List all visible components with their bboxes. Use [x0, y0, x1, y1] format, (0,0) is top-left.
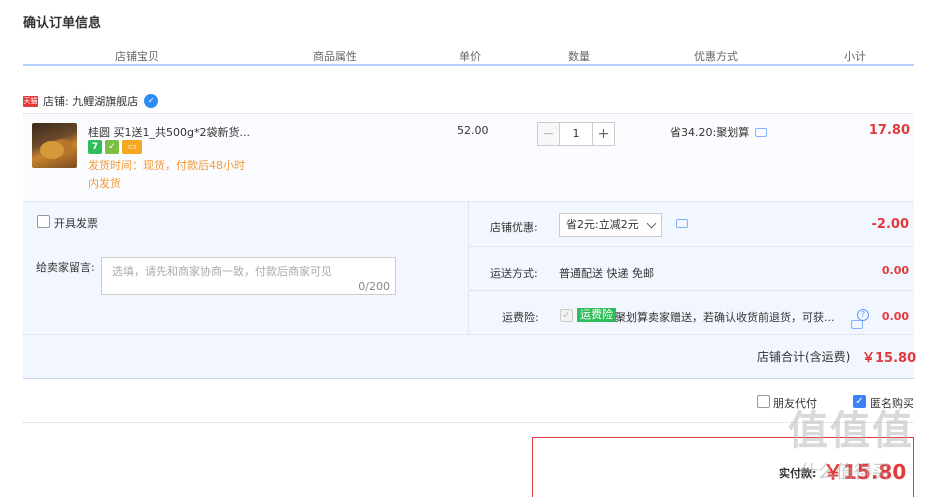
watermark-text: 什么值得买 — [800, 462, 890, 483]
quantity-stepper: − 1 + — [537, 122, 615, 146]
service-badges: 7 ✓ ▭ — [88, 140, 142, 154]
store-coupon-select[interactable]: 省2元:立减2元 — [559, 213, 662, 237]
comment-icon[interactable] — [755, 127, 768, 137]
col-subtotal: 小计 — [844, 50, 866, 63]
chevron-down-icon — [646, 218, 657, 229]
section-divider — [23, 422, 914, 423]
col-unit-price: 单价 — [459, 50, 481, 63]
product-thumbnail[interactable] — [32, 123, 77, 168]
shipping-time: 发货时间：现货，付款后48小时 内发货 — [88, 159, 245, 190]
watermark-logo: 值值值 — [788, 408, 914, 454]
invoice-checkbox[interactable] — [37, 215, 50, 228]
store-row: 天猫 店铺: 九鲤湖旗舰店 ✓ — [23, 92, 159, 110]
insurance-text: 聚划算卖家赠送，若确认收货前退货，可获... — [615, 311, 835, 324]
unit-price: 52.00 — [457, 124, 489, 137]
message-label: 给卖家留言: — [36, 261, 95, 274]
store-name-link[interactable]: 店铺: 九鲤湖旗舰店 — [43, 93, 138, 109]
insurance-label: 运费险: — [502, 311, 539, 324]
delivery-label: 运送方式: — [490, 267, 538, 280]
quantity-input[interactable]: 1 — [560, 122, 592, 146]
row-divider — [23, 334, 914, 335]
invoice-label: 开具发票 — [54, 217, 98, 230]
col-discount: 优惠方式 — [694, 50, 738, 63]
wangwang-chat-icon[interactable]: ✓ — [144, 94, 159, 108]
delivery-method: 普通配送 快递 免邮 — [559, 267, 654, 280]
increase-button[interactable]: + — [592, 122, 615, 146]
tmall-icon: 天猫 — [23, 95, 38, 107]
page-title: 确认订单信息 — [23, 16, 102, 31]
message-char-count: 0/200 — [358, 280, 390, 293]
card-payment-icon[interactable]: ▭ — [122, 140, 142, 154]
store-total-label: 店铺合计(含运费) — [757, 350, 851, 364]
row-divider — [470, 246, 914, 247]
column-header-row: 店铺宝贝 商品属性 单价 数量 优惠方式 小计 — [23, 44, 914, 66]
store-coupon-amount: -2.00 — [871, 217, 909, 232]
row-divider — [470, 290, 914, 291]
product-title-link[interactable]: 桂圆 买1送1_共500g*2袋新货... — [88, 124, 250, 140]
col-store-item: 店铺宝贝 — [115, 50, 159, 63]
discount-info: 省34.20:聚划算 — [670, 124, 768, 140]
seven-day-return-icon[interactable]: 7 — [88, 140, 102, 154]
message-placeholder: 选填，请先和商家协商一致，付款后商家可见 — [112, 265, 332, 278]
discount-text: 省34.20:聚划算 — [670, 126, 750, 139]
delivery-amount: 0.00 — [881, 264, 909, 277]
col-attributes: 商品属性 — [313, 50, 357, 63]
insurance-tag: 运费险 — [577, 308, 616, 322]
options-divider — [468, 201, 469, 334]
friend-pay-checkbox[interactable] — [757, 395, 770, 408]
decrease-button[interactable]: − — [537, 122, 560, 146]
store-coupon-label: 店铺优惠: — [490, 221, 538, 234]
insurance-checkbox[interactable]: ✓ — [560, 309, 573, 322]
guarantee-icon[interactable]: ✓ — [105, 140, 119, 154]
insurance-amount: 0.00 — [881, 310, 909, 323]
col-quantity: 数量 — [568, 50, 590, 63]
coupon-comment-icon[interactable] — [676, 219, 688, 228]
store-total-value: ￥15.80 — [862, 351, 917, 366]
item-subtotal: 17.80 — [868, 123, 910, 138]
